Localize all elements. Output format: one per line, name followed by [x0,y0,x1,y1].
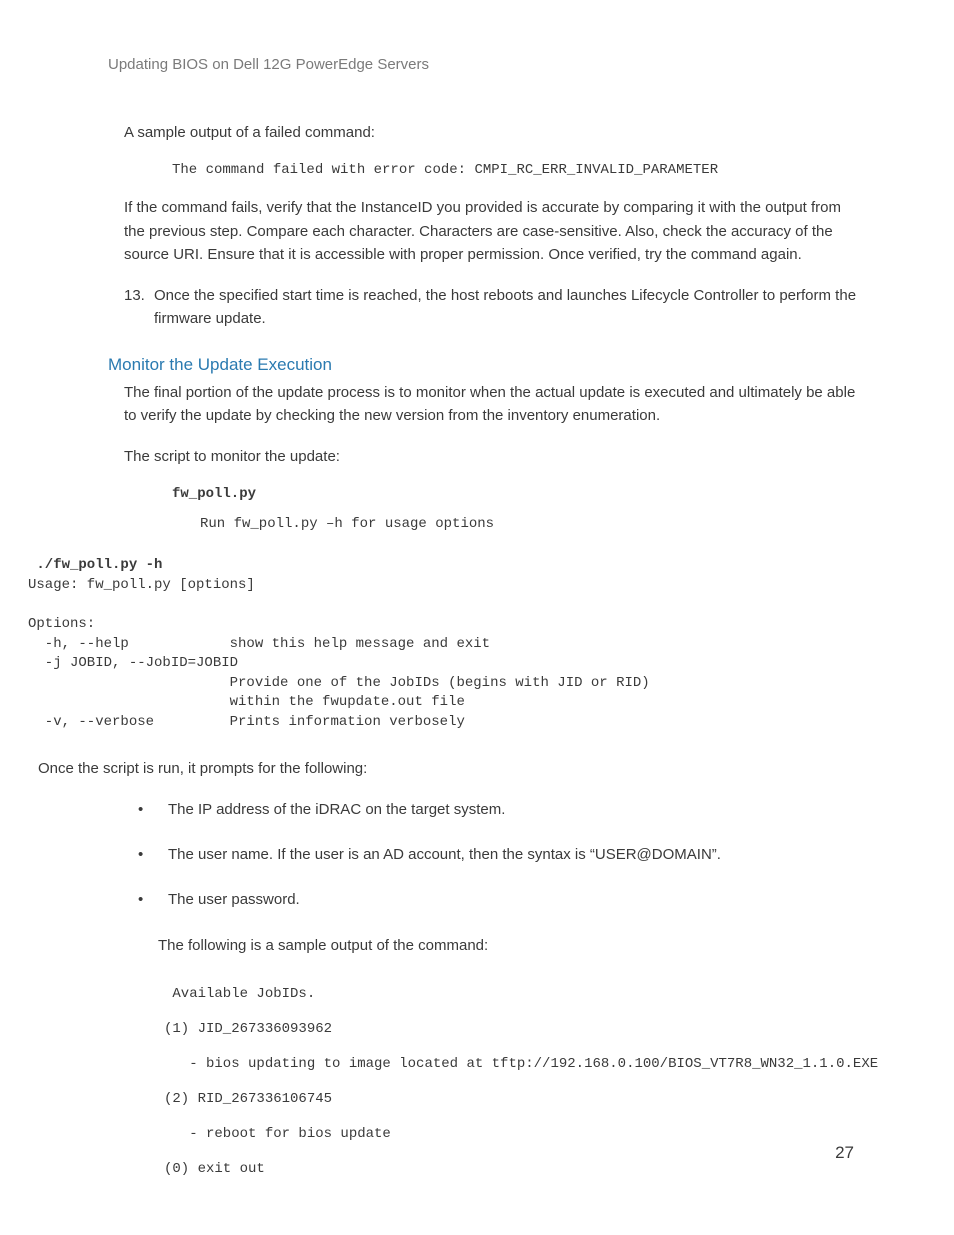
paragraph-once-run: Once the script is run, it prompts for t… [38,757,862,780]
step-text: Once the specified start time is reached… [154,284,862,331]
document-page: Updating BIOS on Dell 12G PowerEdge Serv… [0,0,954,1187]
bullet-icon: • [138,843,168,866]
help-output-block: ./fw_poll.py -h Usage: fw_poll.py [optio… [28,556,862,732]
help-option-v: -v, --verbose Prints information verbose… [28,714,465,730]
paragraph-verify-command: If the command fails, verify that the In… [108,196,862,266]
help-options-label: Options: [28,616,95,632]
running-header: Updating BIOS on Dell 12G PowerEdge Serv… [108,56,862,73]
sample-line: - bios updating to image located at tftp… [164,1056,878,1072]
sample-output-block: Available JobIDs. (1) JID_267336093962 -… [108,977,862,1187]
sample-line: Available JobIDs. [164,986,315,1002]
bullet-icon: • [138,888,168,911]
heading-monitor-update-execution: Monitor the Update Execution [108,355,862,375]
step-13: 13. Once the specified start time is rea… [108,284,862,331]
help-option-j-desc1: Provide one of the JobIDs (begins with J… [28,675,650,691]
sample-line: (0) exit out [164,1161,265,1177]
script-description: Run fw_poll.py –h for usage options [108,516,862,532]
bullet-item-ip: • The IP address of the iDRAC on the tar… [108,798,862,821]
help-option-h: -h, --help show this help message and ex… [28,636,490,652]
code-failed-command: The command failed with error code: CMPI… [108,162,862,178]
help-option-j: -j JOBID, --JobID=JOBID [28,655,238,671]
paragraph-following-sample: The following is a sample output of the … [108,934,862,957]
help-command: ./fw_poll.py -h [28,557,162,573]
bullet-item-username: • The user name. If the user is an AD ac… [108,843,862,866]
page-number: 27 [835,1143,854,1163]
help-usage-line: Usage: fw_poll.py [options] [28,577,255,593]
bullet-item-password: • The user password. [108,888,862,911]
bullet-text: The IP address of the iDRAC on the targe… [168,798,505,821]
help-option-j-desc2: within the fwupdate.out file [28,694,465,710]
sample-line: (1) JID_267336093962 [164,1021,332,1037]
sample-line: - reboot for bios update [164,1126,391,1142]
paragraph-script-intro: The script to monitor the update: [108,445,862,468]
paragraph-sample-failed-intro: A sample output of a failed command: [108,121,862,144]
step-number: 13. [124,284,154,331]
bullet-icon: • [138,798,168,821]
script-filename: fw_poll.py [108,486,862,502]
paragraph-monitor-intro: The final portion of the update process … [108,381,862,428]
bullet-text: The user password. [168,888,300,911]
sample-line: (2) RID_267336106745 [164,1091,332,1107]
bullet-text: The user name. If the user is an AD acco… [168,843,721,866]
